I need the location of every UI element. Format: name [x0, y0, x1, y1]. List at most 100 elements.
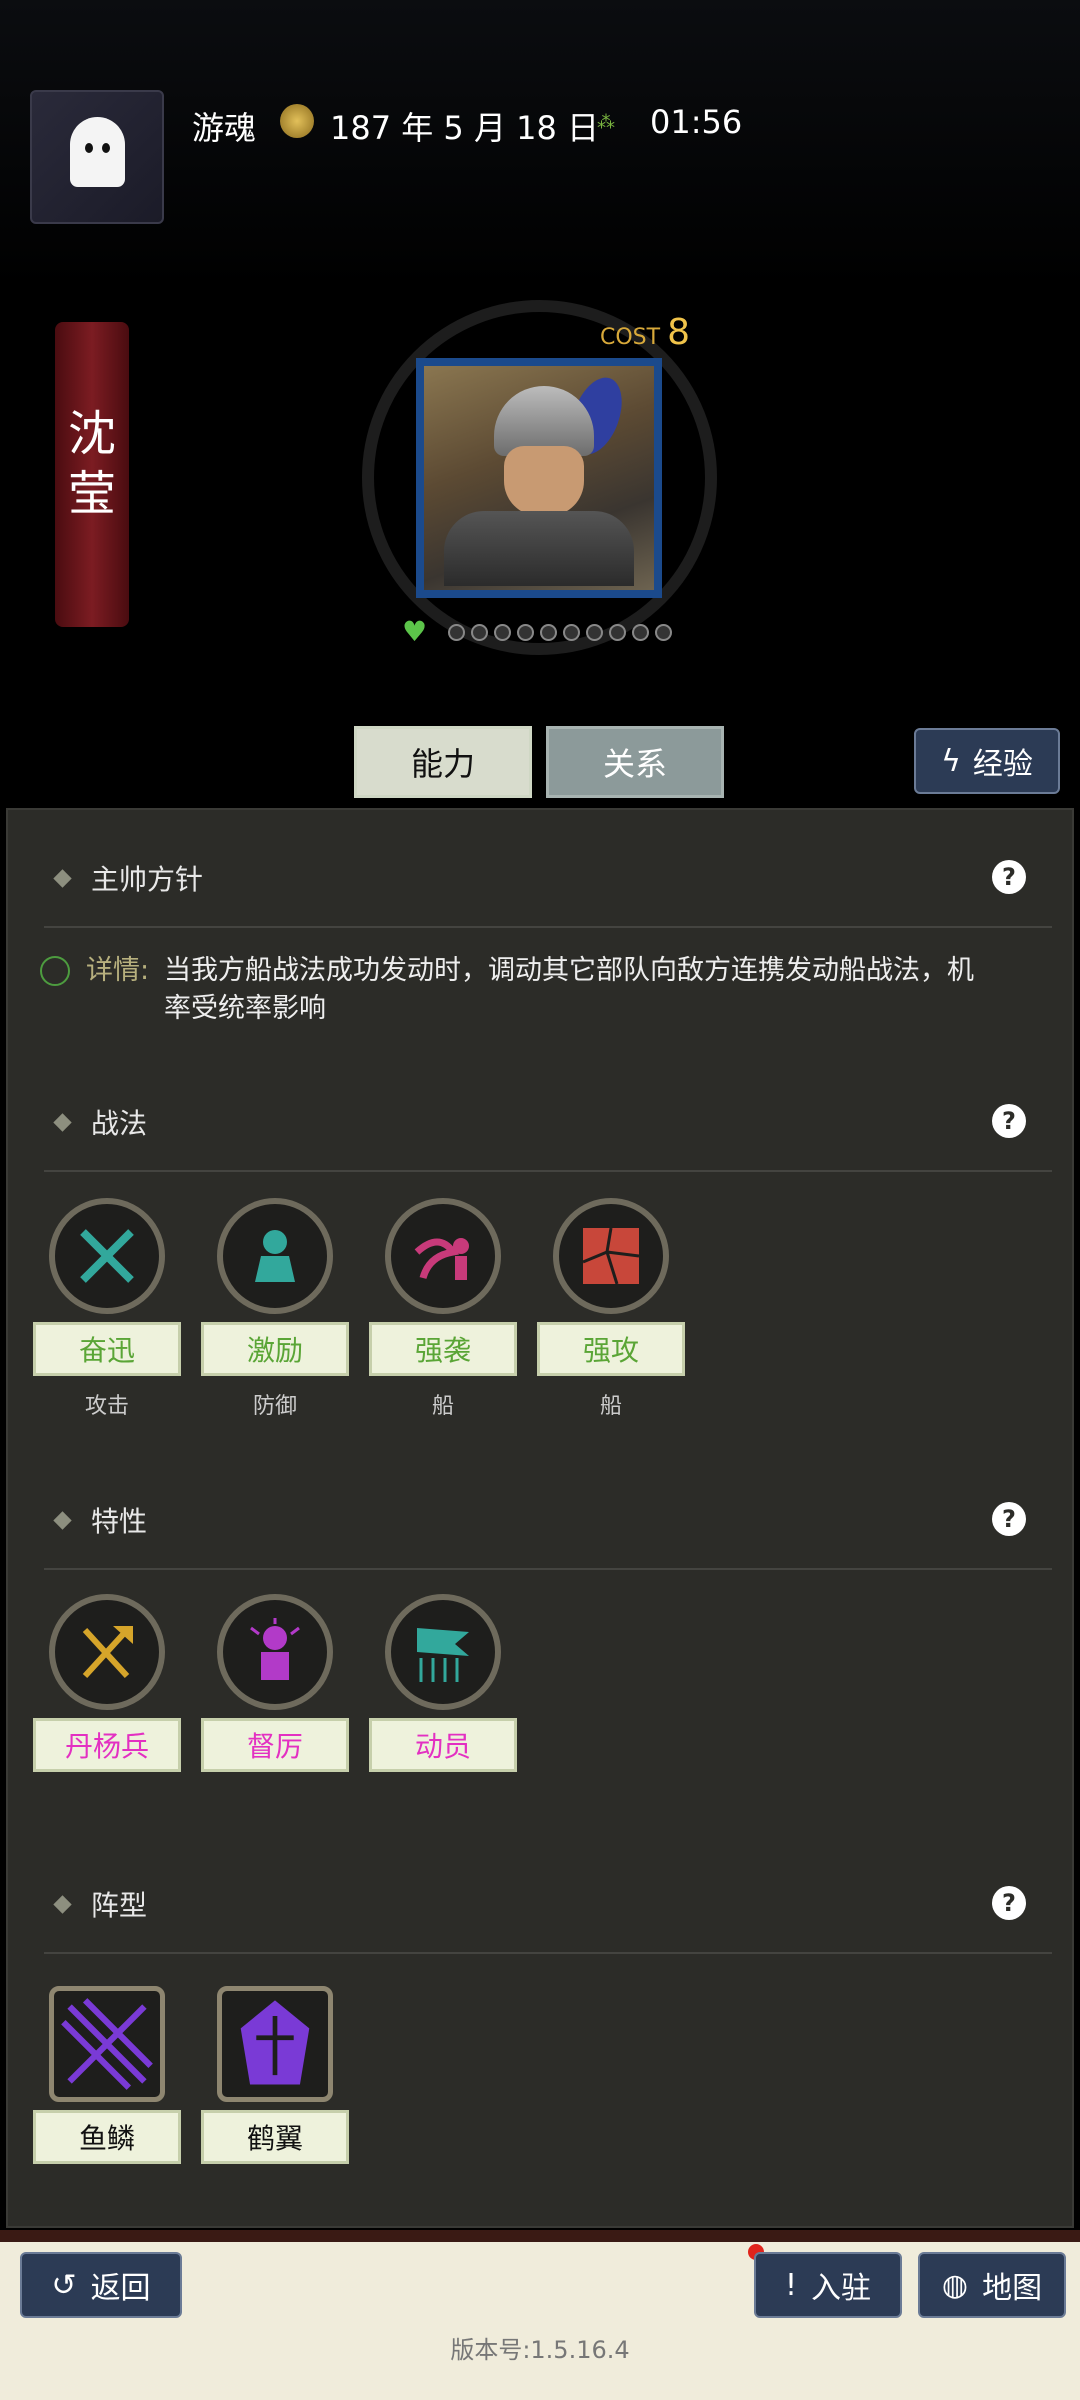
game-time: 01:56 [650, 103, 743, 141]
tactic-item-label: 奋迅 [33, 1322, 181, 1376]
cost-value: 8 [667, 312, 690, 353]
diamond-bullet-icon [53, 868, 72, 888]
divider [44, 1568, 1052, 1570]
game-date: 187 年 5 月 18 日 [330, 109, 600, 147]
trait-item-label: 动员 [369, 1718, 517, 1772]
ghost-avatar-icon [70, 117, 125, 187]
general-name-char-1: 沈 [67, 406, 116, 462]
back-button[interactable]: ↺ 返回 [20, 2252, 182, 2318]
section-title: 战法 [91, 1107, 148, 1140]
lightning-icon: ϟ [941, 743, 961, 779]
cost-label: COST [600, 325, 661, 350]
rank-dot [632, 624, 649, 641]
section-tactics: 战法 ? [44, 1100, 1052, 1172]
details-icon [40, 956, 70, 986]
policy-details: 详情: 当我方船战法成功发动时，调动其它部队向敌方连携发动船战法，机率受统率影响 [40, 952, 1000, 1024]
diamond-bullet-icon [53, 1112, 72, 1132]
cost-indicator: COST 8 [600, 312, 690, 353]
raid-icon [414, 1238, 469, 1280]
flag-spears-icon [417, 1628, 469, 1682]
crossed-swords-icon [80, 1229, 134, 1283]
globe-icon: ◍ [941, 2267, 969, 2303]
tab-ability[interactable]: 能力 [354, 726, 532, 798]
loyalty-heart-icon: ♥ [402, 615, 428, 648]
divider [44, 926, 1052, 928]
player-name: 游魂 [192, 109, 257, 147]
portrait-armor [444, 511, 634, 586]
details-text: 当我方船战法成功发动时，调动其它部队向敌方连携发动船战法，机率受统率影响 [164, 955, 974, 1024]
rank-dot [655, 624, 672, 641]
help-icon[interactable]: ? [992, 1502, 1026, 1536]
trait-item[interactable]: 丹杨兵 [33, 1594, 181, 1772]
player-avatar[interactable] [30, 90, 164, 224]
station-button[interactable]: ! 入驻 [754, 2252, 902, 2318]
divider [44, 1952, 1052, 1954]
commander-icon [250, 1618, 300, 1680]
rank-dot [540, 624, 557, 641]
rank-dot [609, 624, 626, 641]
formation-item-label: 鱼鳞 [33, 2110, 181, 2164]
rank-dot [586, 624, 603, 641]
map-label: 地图 [982, 2271, 1043, 2306]
rank-dot [471, 624, 488, 641]
portrait-face [504, 446, 584, 516]
experience-button[interactable]: ϟ 经验 [914, 728, 1060, 794]
section-commander-policy: 主帅方针 ? [44, 856, 1052, 928]
tactic-item-type: 船 [431, 1394, 454, 1419]
general-name-banner: 沈 莹 [55, 322, 129, 627]
crane-wing-icon [240, 2000, 310, 2085]
rally-soldier-icon [255, 1230, 295, 1282]
version-label: 版本号:1.5.16.4 [450, 2336, 630, 2364]
tactic-item-type: 攻击 [84, 1394, 129, 1419]
section-title: 主帅方针 [91, 863, 204, 896]
tab-relation[interactable]: 关系 [546, 726, 724, 798]
divider [44, 1170, 1052, 1172]
tactic-item-icon-frame [553, 1198, 669, 1314]
calendar-icon [280, 104, 314, 138]
traits-list: 丹杨兵 督厉 动员 [33, 1594, 517, 1772]
section-traits: 特性 ? [44, 1498, 1052, 1570]
formation-item-icon-frame [49, 1986, 165, 2102]
tactic-item[interactable]: 强袭船 [369, 1198, 517, 1420]
section-title: 阵型 [91, 1889, 148, 1922]
details-label: 详情: [86, 955, 150, 986]
general-name-char-2: 莹 [67, 466, 116, 522]
help-icon[interactable]: ? [992, 860, 1026, 894]
diamond-bullet-icon [53, 1510, 72, 1530]
fish-scale-icon [61, 1998, 153, 2090]
footer-border [0, 2230, 1080, 2242]
tactic-item-label: 激励 [201, 1322, 349, 1376]
tactic-item-label: 强攻 [537, 1322, 685, 1376]
help-icon[interactable]: ? [992, 1104, 1026, 1138]
rank-dot [517, 624, 534, 641]
trait-item-label: 丹杨兵 [33, 1718, 181, 1772]
tactic-item[interactable]: 奋迅 攻击 [33, 1198, 181, 1420]
formation-item-icon-frame [217, 1986, 333, 2102]
rank-dots [448, 624, 672, 641]
trait-item-icon-frame [49, 1594, 165, 1710]
tactic-item-icon-frame [49, 1198, 165, 1314]
ability-panel: 主帅方针 ? 详情: 当我方船战法成功发动时，调动其它部队向敌方连携发动船战法，… [6, 808, 1074, 2228]
help-icon[interactable]: ? [992, 1886, 1026, 1920]
tactics-list: 奋迅 攻击 激励 防御 强袭船强攻船 [33, 1198, 685, 1420]
formation-item[interactable]: 鱼鳞 [33, 1986, 181, 2164]
section-title: 特性 [91, 1505, 148, 1538]
tactic-item-type: 防御 [252, 1394, 297, 1419]
axe-icon [82, 1626, 133, 1679]
general-portrait[interactable] [416, 358, 662, 598]
trait-item[interactable]: 督厉 [201, 1594, 349, 1772]
shatter-icon [582, 1227, 640, 1285]
exclamation-icon: ! [784, 2267, 798, 2303]
tactic-item-type: 船 [599, 1394, 622, 1419]
station-label: 入驻 [811, 2271, 872, 2306]
formation-item-label: 鹤翼 [201, 2110, 349, 2164]
section-formations: 阵型 ? [44, 1882, 1052, 1954]
trait-item-icon-frame [385, 1594, 501, 1710]
rank-dot [494, 624, 511, 641]
experience-label: 经验 [972, 747, 1033, 782]
map-button[interactable]: ◍ 地图 [918, 2252, 1066, 2318]
formation-item[interactable]: 鹤翼 [201, 1986, 349, 2164]
trait-item[interactable]: 动员 [369, 1594, 517, 1772]
tactic-item[interactable]: 强攻船 [537, 1198, 685, 1420]
tactic-item[interactable]: 激励 防御 [201, 1198, 349, 1420]
